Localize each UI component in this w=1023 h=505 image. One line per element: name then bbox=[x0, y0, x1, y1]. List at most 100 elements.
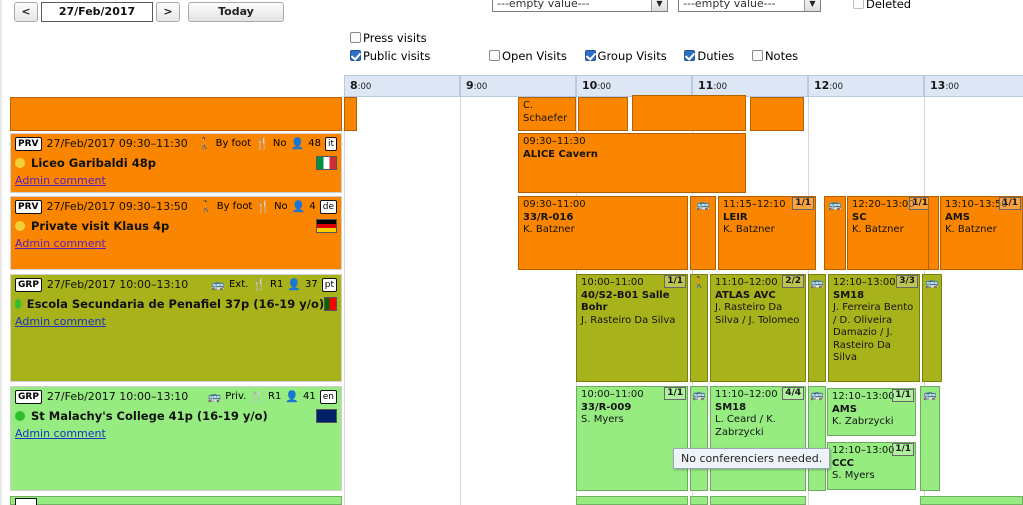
transfer-bus-block[interactable]: 🚌 bbox=[690, 196, 716, 270]
language-badge: it bbox=[324, 136, 337, 151]
admin-comment-link[interactable]: Admin comment bbox=[15, 174, 337, 187]
guide-count-badge: 1/1 bbox=[664, 275, 686, 288]
row-title-suffix: 37p (16-19 y/o) bbox=[224, 296, 325, 311]
transport-label: Priv. bbox=[225, 391, 247, 402]
italy-flag bbox=[316, 155, 337, 170]
cutlery-icon: 🍴 bbox=[256, 200, 271, 213]
transfer-bus-block[interactable]: 🚌 bbox=[922, 274, 942, 382]
row-date-range: 27/Feb/2017 10:00–13:10 bbox=[46, 278, 189, 291]
event-name: AMS bbox=[832, 403, 857, 415]
guide-count-badge: 4/4 bbox=[782, 387, 804, 400]
event-alice-cavern[interactable]: 09:30–11:30 ALICE Cavern bbox=[518, 133, 746, 193]
row-header-liceo-garibaldi[interactable]: PRV 27/Feb/2017 09:30–11:30 🚶 By foot 🍴 No… bbox=[10, 133, 342, 193]
event-person: K. Batzner bbox=[945, 224, 997, 235]
tooltip: No conferenciers needed. bbox=[673, 448, 831, 469]
meal-label: R1 bbox=[270, 279, 284, 290]
cutlery-icon: 🍴 bbox=[255, 137, 269, 150]
event-ccc-green[interactable]: 1/1 12:10–13:00 CCC S. Myers bbox=[827, 442, 916, 490]
transfer-bus-block[interactable]: 🚌 bbox=[824, 196, 846, 270]
event-name: SC bbox=[852, 211, 867, 223]
row-title: Private visit Klaus bbox=[31, 218, 149, 233]
event-ams-green[interactable]: 1/1 12:10–13:00 AMS K. Zabrzycki bbox=[827, 388, 916, 436]
meal-label: No bbox=[272, 138, 287, 149]
hour-header-11: 11:00 bbox=[692, 75, 808, 97]
row-header-st-malachys-college[interactable]: GRP 27/Feb/2017 10:00–13:10 🚌 Priv. 🍴 R1 👤… bbox=[10, 386, 342, 491]
event-33-r-016[interactable]: 09:30–11:00 33/R-016 K. Batzner bbox=[518, 196, 688, 270]
guide-count-badge: 3/3 bbox=[896, 275, 918, 288]
bus-icon: 🚌 bbox=[925, 276, 939, 289]
event-name: SM18 bbox=[715, 401, 747, 413]
row-title-line: Escola Secundaria de Penafiel 37p (16-19… bbox=[15, 295, 337, 312]
row-header-next-partial[interactable] bbox=[10, 496, 342, 505]
row-header-partial[interactable] bbox=[10, 97, 342, 131]
person-icon: 👤 bbox=[285, 390, 300, 403]
people-count: 4 bbox=[309, 201, 316, 212]
event-name: AMS bbox=[945, 211, 970, 223]
event-next-partial-c[interactable] bbox=[710, 496, 806, 505]
event-sm18-green[interactable]: 4/4 11:10–12:00 SM18 L. Ceard / K. Zabrz… bbox=[710, 386, 806, 491]
walking-icon: 🚶 bbox=[199, 200, 213, 213]
row-date-range: 27/Feb/2017 09:30–11:30 bbox=[46, 137, 188, 150]
visit-type-tag: GRP bbox=[15, 389, 42, 404]
transfer-walk-block[interactable]: 🚶 bbox=[690, 274, 708, 382]
transfer-bus-block[interactable]: 🚌 bbox=[808, 386, 826, 491]
event-atlas-avc[interactable]: 2/2 11:10–12:00 ATLAS AVC J. Rasteiro Da… bbox=[710, 274, 806, 382]
admin-comment-link[interactable]: Admin comment bbox=[15, 315, 337, 328]
visit-type-tag-partial bbox=[15, 498, 37, 505]
event-name: ALICE Cavern bbox=[523, 148, 598, 160]
guide-count-badge: 1/1 bbox=[892, 389, 914, 402]
bus-icon: 🚌 bbox=[207, 390, 222, 403]
event-33-r-009[interactable]: 1/1 10:00–11:00 33/R-009 S. Myers bbox=[576, 386, 688, 491]
bus-icon: 🚌 bbox=[810, 388, 824, 401]
event-sc[interactable]: 1/1 12:20–13:00 SC K. Batzner bbox=[847, 196, 933, 270]
visit-type-tag: PRV bbox=[15, 199, 42, 214]
row-meta-line: GRP 27/Feb/2017 10:00–13:10 🚌 Priv. 🍴 R1 👤… bbox=[15, 389, 337, 404]
transfer-bus-block[interactable]: 🚌 bbox=[808, 274, 826, 382]
event-person: L. Ceard / K. Zabrzycki bbox=[715, 414, 776, 438]
row-header-private-visit-klaus[interactable]: PRV 27/Feb/2017 09:30–13:50 🚶 By foot 🍴 No… bbox=[10, 196, 342, 270]
transfer-bus-block[interactable]: 🚌 bbox=[920, 386, 940, 491]
event-sm18-olive[interactable]: 3/3 12:10–13:00 SM18 J. Ferreira Bento /… bbox=[828, 274, 920, 382]
event-person: K. Batzner bbox=[723, 224, 775, 235]
left-gutter bbox=[2, 88, 8, 505]
row-attributes: 🚶 By foot 🍴 No 👤 4 de bbox=[199, 199, 337, 214]
row-date-range: 27/Feb/2017 10:00–13:10 bbox=[46, 390, 189, 403]
status-dot bbox=[15, 298, 21, 309]
walking-icon: 🚶 bbox=[692, 276, 706, 289]
event-partial-c[interactable] bbox=[632, 95, 746, 131]
event-partial-d[interactable] bbox=[750, 97, 804, 131]
language-badge: en bbox=[319, 389, 337, 404]
hour-header-9: 9:00 bbox=[460, 75, 576, 97]
event-time: 09:30–11:00 bbox=[523, 199, 586, 210]
event-next-partial-a[interactable] bbox=[576, 496, 688, 505]
event-partial-edge[interactable] bbox=[344, 97, 357, 131]
admin-comment-link[interactable]: Admin comment bbox=[15, 237, 337, 250]
transport-label: By foot bbox=[216, 201, 253, 212]
portugal-flag bbox=[324, 296, 337, 311]
row-header-escola-secundaria-de-penafiel[interactable]: GRP 27/Feb/2017 10:00–13:10 🚌 Ext. 🍴 R1 👤 3… bbox=[10, 274, 342, 382]
event-name: 33/R-016 bbox=[523, 211, 574, 223]
row-attributes: 🚌 Priv. 🍴 R1 👤 41 en bbox=[207, 389, 337, 404]
bus-icon: 🚌 bbox=[692, 388, 706, 401]
event-person: J. Rasteiro Da Silva bbox=[581, 314, 676, 326]
event-ams[interactable]: 1/1 13:10–13:50 AMS K. Batzner bbox=[940, 196, 1023, 270]
hour-header-13: 13:00 bbox=[924, 75, 1023, 97]
event-40-s2-b01-salle-bohr[interactable]: 1/1 10:00–11:00 40/S2-B01 Salle Bohr J. … bbox=[576, 274, 688, 382]
row-title-line: St Malachy's College 41p (16-19 y/o) bbox=[15, 407, 337, 424]
cutlery-icon: 🍴 bbox=[252, 278, 266, 291]
person-icon: 👤 bbox=[287, 278, 302, 291]
row-title: Escola Secundaria de Penafiel bbox=[26, 296, 221, 311]
bus-icon: 🚌 bbox=[828, 198, 842, 211]
event-partial-b[interactable] bbox=[578, 97, 628, 131]
admin-comment-link[interactable]: Admin comment bbox=[15, 427, 337, 440]
event-next-partial-b[interactable] bbox=[690, 496, 708, 505]
row-title: St Malachy's College bbox=[31, 408, 165, 423]
transfer-bus-block[interactable] bbox=[928, 196, 939, 270]
cutlery-icon: 🍴 bbox=[250, 390, 264, 403]
row-title-suffix: 4p bbox=[152, 218, 170, 233]
event-leir[interactable]: 1/1 11:15–12:10 LEIR K. Batzner bbox=[718, 196, 816, 270]
event-next-partial-d[interactable] bbox=[920, 496, 1023, 505]
transfer-bus-block[interactable]: 🚌 bbox=[690, 386, 708, 491]
event-partial-schaefer[interactable]: C. Schaefer bbox=[518, 97, 576, 131]
bus-icon: 🚌 bbox=[923, 388, 937, 401]
